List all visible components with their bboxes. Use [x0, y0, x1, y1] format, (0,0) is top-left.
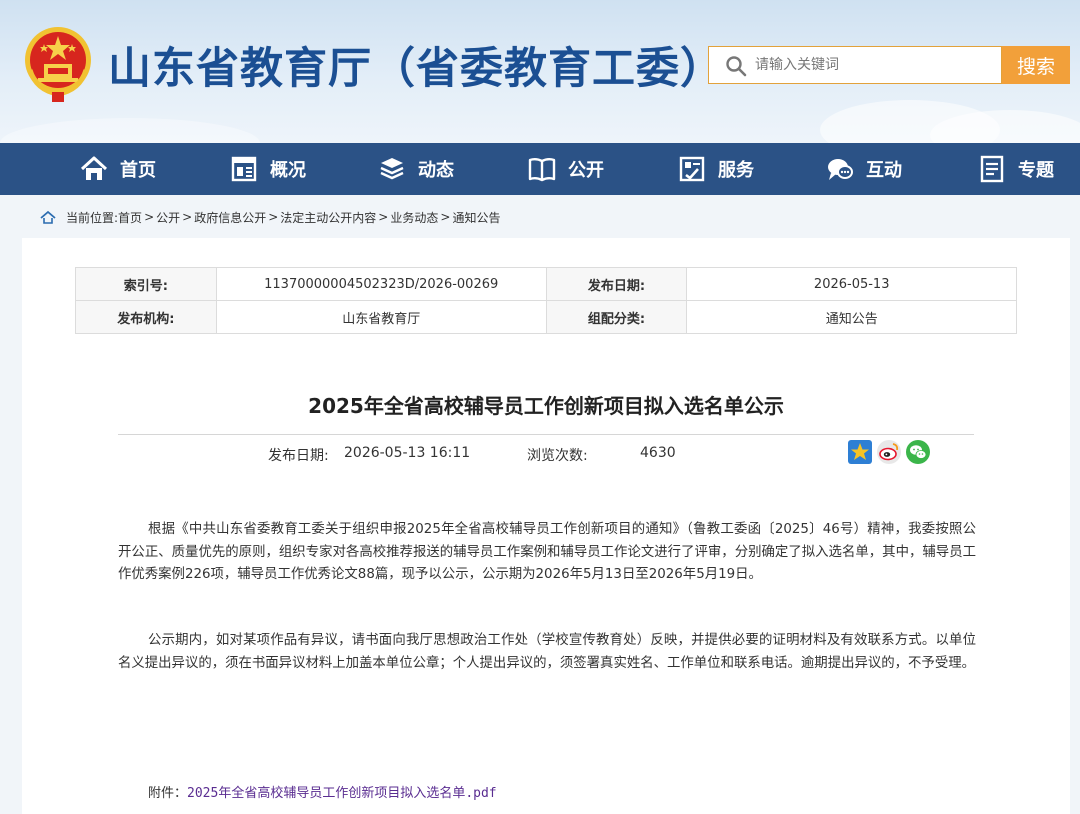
wechat-icon[interactable] [906, 440, 930, 464]
search-icon [726, 56, 747, 77]
nav-item-overview[interactable]: 概况 [230, 143, 306, 195]
chat-icon [828, 159, 853, 180]
publish-date-label: 发布日期: [268, 448, 329, 464]
nav-label: 专题 [1018, 160, 1054, 181]
breadcrumb-notices[interactable]: 通知公告 [452, 209, 500, 226]
article-paragraph: 公示期内，如对某项作品有异议，请书面向我厅思想政治工作处（学校宣传教育处）反映，… [118, 633, 976, 671]
category-value: 通知公告 [686, 300, 1017, 334]
nav-item-interact[interactable]: 互动 [826, 143, 902, 195]
divider [118, 434, 974, 435]
breadcrumb-gov-info[interactable]: 政府信息公开 [194, 209, 266, 226]
national-emblem-icon[interactable] [22, 24, 94, 104]
breadcrumb-separator: > [440, 210, 451, 224]
metadata-table: 索引号: 11370000004502323D/2026-00269 发布日期:… [75, 267, 1017, 334]
service-icon [679, 156, 705, 182]
attachment-label: 附件： [148, 786, 188, 801]
search-input[interactable] [755, 53, 995, 77]
home-small-icon [40, 210, 56, 224]
nav-item-open[interactable]: 公开 [528, 143, 604, 195]
views-count: 4630 [640, 445, 676, 461]
article-paragraph: 根据《中共山东省委教育工委关于组织申报2025年全省高校辅导员工作创新项目的通知… [118, 522, 976, 582]
nav-label: 首页 [120, 160, 156, 181]
search-box [708, 46, 1002, 84]
nav-item-home[interactable]: 首页 [80, 143, 156, 195]
cloud-decoration [0, 118, 260, 143]
main-nav: 首页 概况 动态 公开 服务 互动 专题 [0, 143, 1080, 195]
attachment-row: 附件：2025年全省高校辅导员工作创新项目拟入选名单.pdf [148, 782, 497, 801]
breadcrumb-statutory[interactable]: 法定主动公开内容 [280, 209, 376, 226]
date-value: 2026-05-13 [686, 267, 1017, 301]
org-label: 发布机构: [75, 300, 217, 334]
article-title: 2025年全省高校辅导员工作创新项目拟入选名单公示 [308, 394, 784, 418]
nav-item-service[interactable]: 服务 [678, 143, 754, 195]
nav-label: 服务 [718, 160, 754, 181]
date-label: 发布日期: [545, 267, 688, 301]
nav-label: 概况 [270, 160, 306, 181]
nav-label: 公开 [568, 160, 604, 181]
search-button[interactable]: 搜索 [1002, 46, 1070, 84]
breadcrumb-separator: > [182, 210, 193, 224]
site-title[interactable]: 山东省教育厅（省委教育工委） [108, 34, 724, 96]
weibo-icon[interactable] [877, 440, 901, 464]
overview-icon [231, 156, 257, 182]
document-icon [980, 155, 1004, 183]
publish-date-value: 2026-05-13 16:11 [344, 445, 471, 461]
index-value: 11370000004502323D/2026-00269 [215, 267, 547, 301]
breadcrumb-prefix: 当前位置: [66, 210, 119, 225]
news-icon [380, 158, 404, 180]
category-label: 组配分类: [545, 300, 688, 334]
breadcrumb-separator: > [268, 210, 279, 224]
nav-label: 互动 [866, 160, 902, 181]
org-value: 山东省教育厅 [215, 300, 547, 334]
table-row: 索引号: 11370000004502323D/2026-00269 发布日期:… [75, 267, 1017, 301]
breadcrumb-business[interactable]: 业务动态 [390, 209, 438, 226]
nav-item-topics[interactable]: 专题 [978, 143, 1054, 195]
breadcrumb-separator: > [378, 210, 389, 224]
nav-item-news[interactable]: 动态 [378, 143, 454, 195]
breadcrumb-separator: > [144, 210, 155, 224]
views-label: 浏览次数: [527, 448, 588, 464]
home-icon [80, 156, 108, 180]
table-row: 发布机构: 山东省教育厅 组配分类: 通知公告 [75, 300, 1017, 334]
attachment-link[interactable]: 2025年全省高校辅导员工作创新项目拟入选名单.pdf [187, 786, 497, 801]
qzone-star-icon[interactable] [848, 440, 872, 464]
breadcrumb: 当前位置: 首页 > 公开 > 政府信息公开 > 法定主动公开内容 > 业务动态 > 通知… [40, 206, 500, 228]
breadcrumb-home[interactable]: 首页 [118, 209, 142, 226]
site-header: 山东省教育厅（省委教育工委） 搜索 [0, 0, 1080, 143]
book-icon [528, 158, 556, 182]
breadcrumb-open[interactable]: 公开 [156, 209, 180, 226]
nav-label: 动态 [418, 160, 454, 181]
index-label: 索引号: [75, 267, 217, 301]
